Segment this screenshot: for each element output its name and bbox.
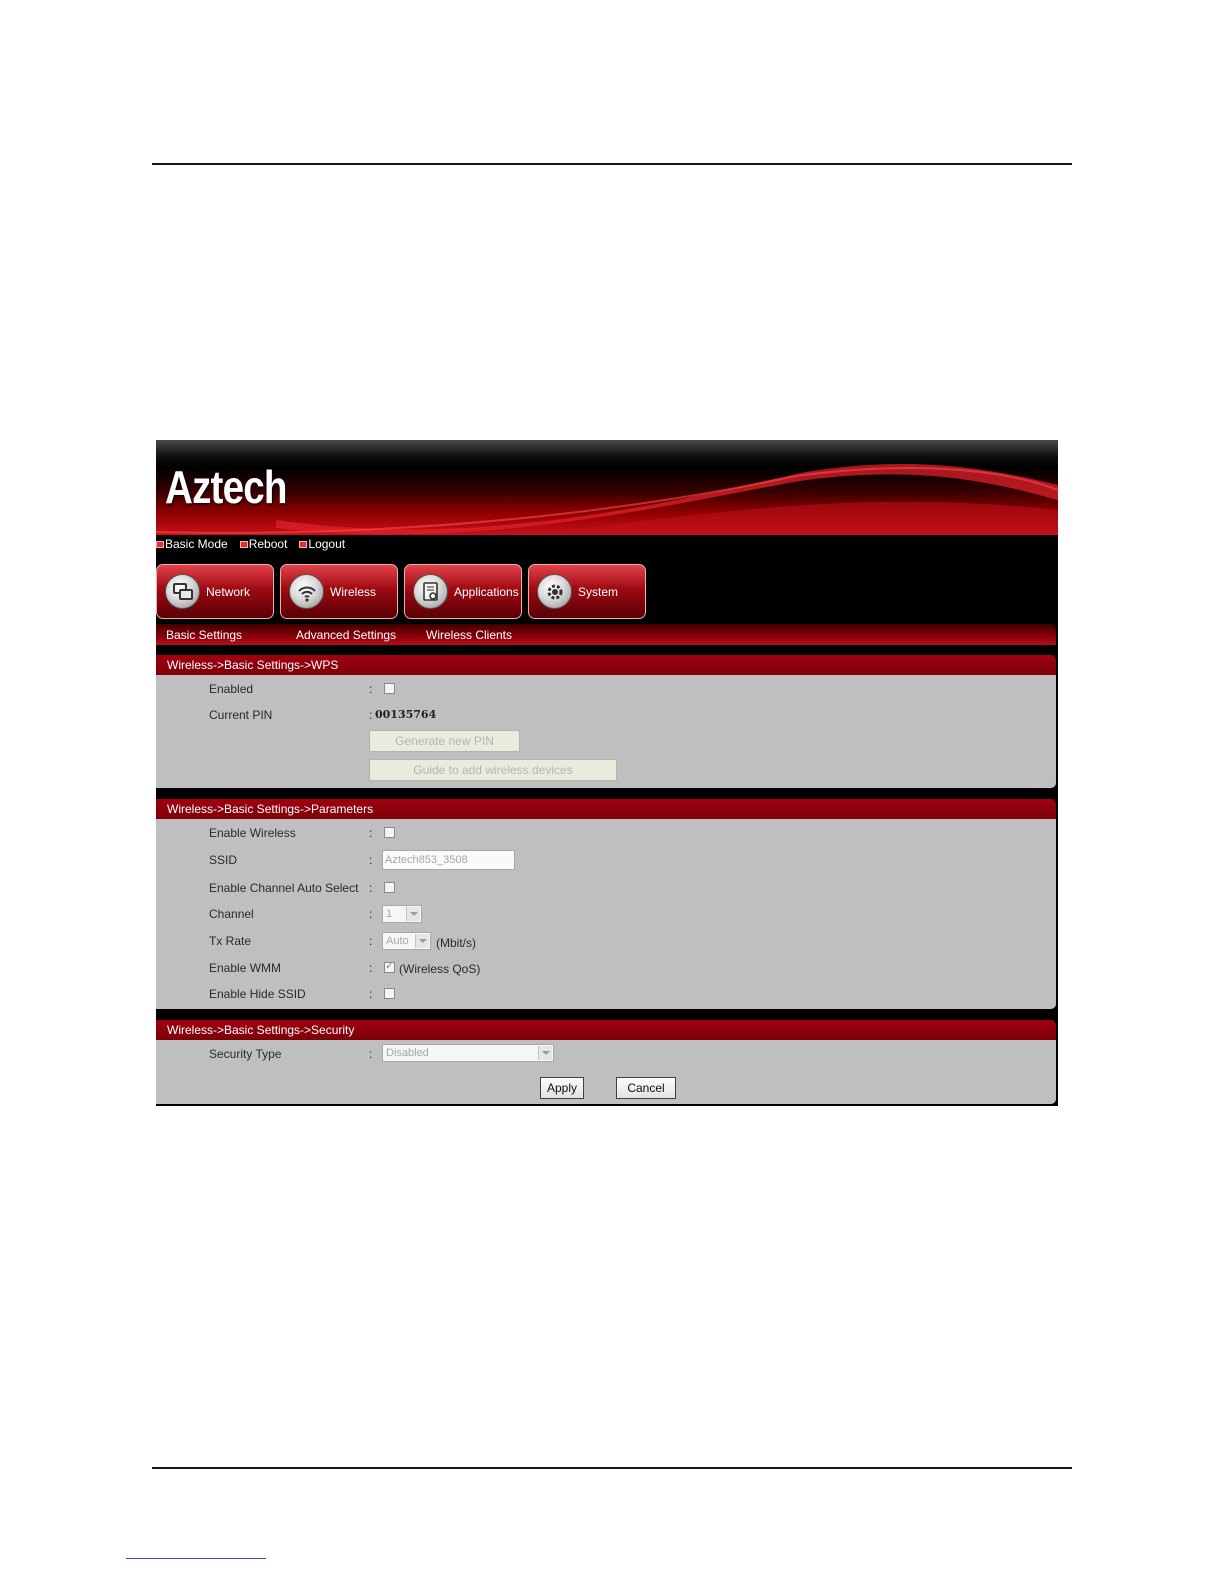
banner-swoosh (156, 464, 1058, 535)
wps-section-title: Wireless->Basic Settings->WPS (167, 658, 339, 672)
bullet-icon (239, 540, 248, 548)
network-icon (165, 574, 200, 609)
apply-button[interactable]: Apply (540, 1077, 584, 1099)
tab-wireless-label: Wireless (330, 585, 377, 599)
footer-rule (152, 1467, 1072, 1469)
generate-pin-button[interactable]: Generate new PIN (369, 730, 520, 752)
wireless-guide-button[interactable]: Guide to add wireless devices (369, 759, 617, 781)
current-pin-label: Current PIN (209, 708, 273, 722)
colon: : (369, 853, 373, 867)
security-section-title: Wireless->Basic Settings->Security (167, 1023, 355, 1037)
security-section-header: Wireless->Basic Settings->Security (156, 1020, 1056, 1040)
ssid-label: SSID (209, 853, 238, 867)
colon: : (369, 961, 373, 975)
basic-mode-label: Basic Mode (165, 537, 228, 551)
txrate-label: Tx Rate (209, 934, 252, 948)
colon: : (369, 934, 373, 948)
bullet-icon (156, 540, 164, 548)
aztech-logo: Aztech (165, 461, 287, 513)
wmm-label: Enable WMM (209, 961, 282, 975)
bullet-icon (299, 540, 308, 548)
colon: : (369, 826, 373, 840)
enable-wireless-checkbox[interactable] (384, 827, 395, 838)
auto-channel-checkbox[interactable] (384, 882, 395, 893)
colon: : (369, 987, 373, 1001)
logout-label: Logout (308, 537, 346, 551)
subnav-advanced-settings[interactable]: Advanced Settings (296, 628, 396, 642)
channel-label: Channel (209, 907, 254, 921)
sub-nav: Basic Settings Advanced Settings Wireles… (156, 624, 1056, 645)
router-admin-screenshot: Aztech Basic Mode Reboot Logout Network … (156, 440, 1058, 1106)
wps-section-header: Wireless->Basic Settings->WPS (156, 655, 1056, 675)
main-nav: Network Wireless Applications System (156, 564, 646, 619)
params-section-header: Wireless->Basic Settings->Parameters (156, 799, 1056, 819)
logout-link[interactable]: Logout (299, 535, 345, 553)
params-section-title: Wireless->Basic Settings->Parameters (167, 802, 374, 816)
colon: : (369, 708, 373, 722)
cancel-button[interactable]: Cancel (616, 1077, 676, 1099)
wps-panel: Enabled : Current PIN : 00135764 Generat… (156, 675, 1056, 788)
current-pin-value: 00135764 (375, 708, 437, 721)
tab-system-label: System (578, 585, 619, 599)
channel-select[interactable]: 1 (382, 905, 422, 923)
reboot-link[interactable]: Reboot (239, 535, 288, 553)
auto-channel-label: Enable Channel Auto Select (209, 881, 359, 895)
gear-icon (537, 574, 572, 609)
channel-value: 1 (386, 908, 393, 920)
applications-icon (413, 574, 448, 609)
colon: : (369, 881, 373, 895)
tab-system[interactable]: System (528, 564, 646, 619)
txrate-value: Auto (386, 935, 409, 947)
wmm-note: (Wireless QoS) (399, 962, 481, 976)
ssid-input[interactable]: Aztech853_3508 (382, 850, 515, 870)
security-panel: Security Type : Disabled Apply Cancel (156, 1040, 1056, 1104)
header-rule (152, 163, 1072, 165)
params-panel: Enable Wireless : SSID : Aztech853_3508 … (156, 819, 1056, 1009)
txrate-unit: (Mbit/s) (436, 936, 476, 950)
enable-wireless-label: Enable Wireless (209, 826, 296, 840)
tab-wireless[interactable]: Wireless (280, 564, 398, 619)
tab-applications[interactable]: Applications (404, 564, 522, 619)
wps-enabled-checkbox[interactable] (384, 683, 395, 694)
wifi-icon (289, 574, 324, 609)
security-type-select[interactable]: Disabled (382, 1044, 554, 1062)
colon: : (369, 907, 373, 921)
reboot-label: Reboot (248, 537, 288, 551)
footer-link-underline (126, 1558, 266, 1559)
hide-ssid-label: Enable Hide SSID (209, 987, 306, 1001)
colon: : (369, 682, 373, 696)
colon: : (369, 1047, 373, 1061)
chevron-down-icon (415, 934, 429, 948)
tab-network-label: Network (206, 585, 251, 599)
tab-applications-label: Applications (454, 585, 519, 599)
subnav-basic-settings[interactable]: Basic Settings (166, 628, 242, 642)
wps-enabled-label: Enabled (209, 682, 254, 696)
subnav-wireless-clients[interactable]: Wireless Clients (426, 628, 512, 642)
basic-mode-link[interactable]: Basic Mode (156, 535, 228, 553)
txrate-select[interactable]: Auto (382, 932, 431, 950)
hide-ssid-checkbox[interactable] (384, 988, 395, 999)
chevron-down-icon (406, 907, 420, 921)
header-banner: Aztech (156, 440, 1058, 535)
top-links: Basic Mode Reboot Logout (156, 535, 345, 553)
security-type-value: Disabled (386, 1047, 429, 1059)
security-type-label: Security Type (209, 1047, 282, 1061)
tab-network[interactable]: Network (156, 564, 274, 619)
wmm-checkbox[interactable] (384, 959, 395, 973)
chevron-down-icon (538, 1046, 552, 1060)
